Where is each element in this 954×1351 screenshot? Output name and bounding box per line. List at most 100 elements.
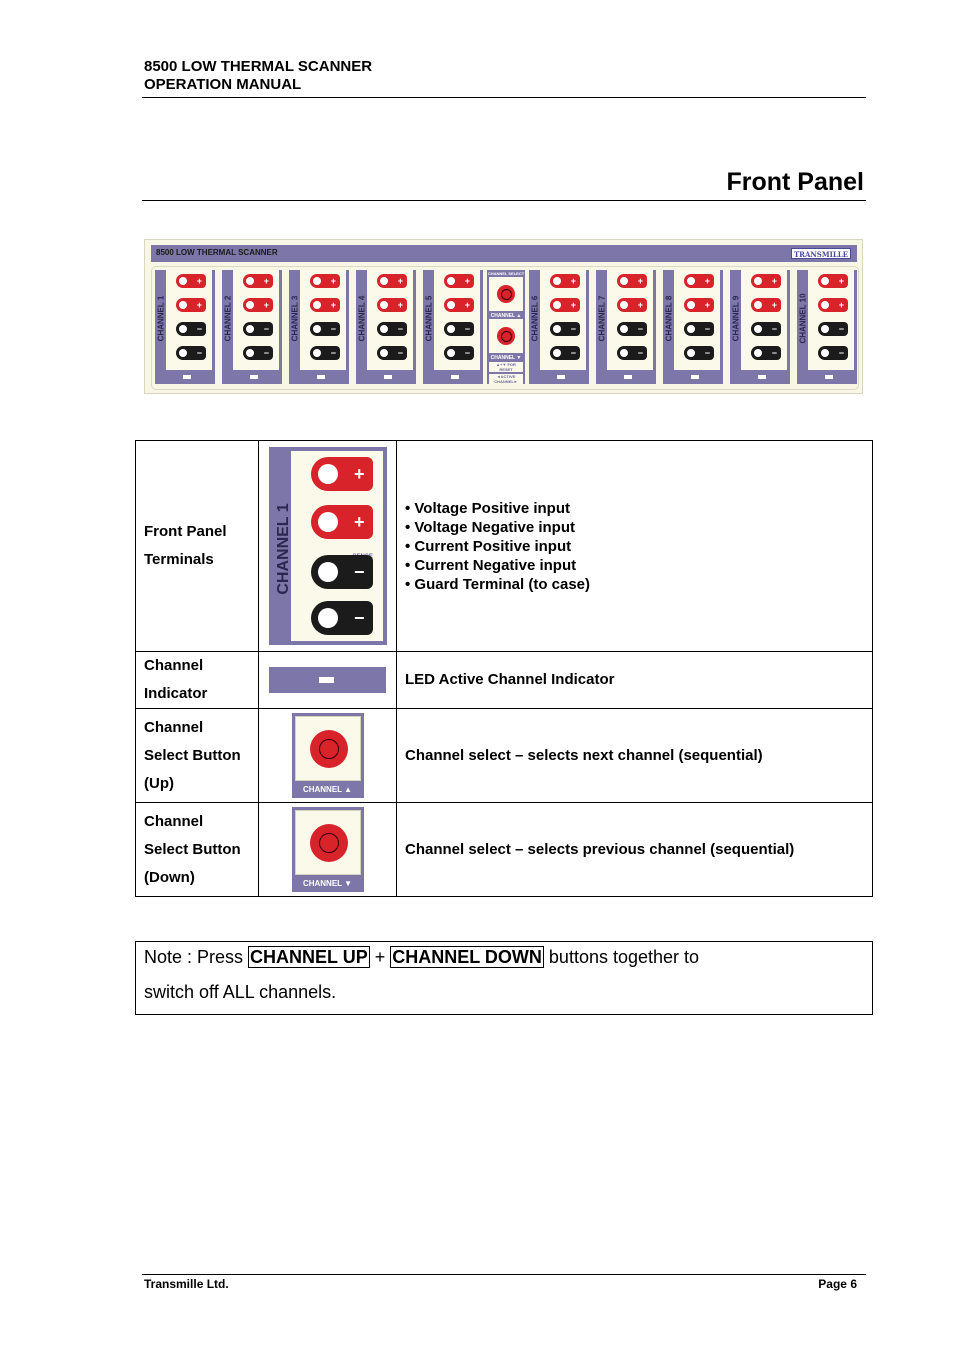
terminal-symbol: − xyxy=(570,348,576,358)
current-positive-terminal-icon[interactable]: + xyxy=(550,274,580,288)
reset-hint: ▲+▼ FOR RESET xyxy=(489,362,523,372)
terminal-symbol: − xyxy=(838,348,844,358)
channel-led-icon xyxy=(317,375,325,379)
voltage-positive-terminal-icon[interactable]: + xyxy=(243,298,273,312)
voltage-positive-terminal-icon[interactable]: + xyxy=(550,298,580,312)
current-negative-terminal-icon[interactable]: − xyxy=(310,346,340,360)
current-positive-terminal-icon[interactable]: + xyxy=(684,274,714,288)
current-positive-terminal-icon: + xyxy=(310,457,373,491)
voltage-negative-terminal-icon[interactable]: − xyxy=(751,322,781,336)
panel-name: 8500 LOW THERMAL SCANNER xyxy=(156,248,278,257)
voltage-negative-terminal-icon: − xyxy=(310,555,373,589)
voltage-negative-terminal-icon[interactable]: − xyxy=(310,322,340,336)
voltage-negative-terminal-icon[interactable]: − xyxy=(176,322,206,336)
bullet-item: • Current Negative input xyxy=(405,556,577,574)
voltage-positive-terminal-icon[interactable]: + xyxy=(617,298,647,312)
red-button-icon xyxy=(309,730,348,768)
channel-up-callout: CHANNEL UP xyxy=(248,946,370,968)
terminal-symbol: + xyxy=(838,300,844,310)
current-negative-terminal-icon[interactable]: − xyxy=(751,346,781,360)
channel-led-icon xyxy=(384,375,392,379)
note-plus: + xyxy=(369,947,391,967)
channel-label: CHANNEL 9 xyxy=(731,295,741,342)
terminal-symbol: − xyxy=(330,348,336,358)
current-positive-terminal-icon[interactable]: + xyxy=(243,274,273,288)
current-positive-terminal-icon[interactable]: + xyxy=(310,274,340,288)
current-negative-terminal-icon[interactable]: − xyxy=(818,346,848,360)
terminal-symbol: − xyxy=(464,348,470,358)
channel-label: CHANNEL 7 xyxy=(597,295,607,342)
title-divider xyxy=(142,200,866,201)
current-negative-terminal-icon[interactable]: − xyxy=(176,346,206,360)
channel-led-icon xyxy=(691,375,699,379)
channel-up-button[interactable] xyxy=(489,277,523,311)
current-negative-terminal-icon: − xyxy=(310,601,373,635)
channel-strip: CHANNEL 10 + + − − xyxy=(797,270,857,384)
bullet-item: • Voltage Negative input xyxy=(405,518,575,536)
terminal-symbol: + xyxy=(397,300,403,310)
terminal-symbol: + xyxy=(771,276,777,286)
terminal-symbol: − xyxy=(397,348,403,358)
panel-title-bar: 8500 LOW THERMAL SCANNER TRANSMILLE xyxy=(151,245,857,262)
footer-company: Transmille Ltd. xyxy=(144,1277,229,1291)
terminals-description: • Voltage Positive input • Voltage Negat… xyxy=(396,440,873,652)
channel-1-terminals-image: CHANNEL 1 + + SENSE − − xyxy=(268,447,387,645)
voltage-negative-terminal-icon[interactable]: − xyxy=(684,322,714,336)
row-label: Channel Select Button (Up) xyxy=(135,708,259,803)
red-button-icon xyxy=(497,285,515,303)
current-negative-terminal-icon[interactable]: − xyxy=(684,346,714,360)
terminal-symbol: + xyxy=(570,300,576,310)
red-button-icon xyxy=(497,327,515,345)
channel-select-title: CHANNEL SELECT xyxy=(487,271,525,276)
terminal-symbol: − xyxy=(704,348,710,358)
voltage-positive-terminal-icon[interactable]: + xyxy=(751,298,781,312)
voltage-positive-terminal-icon[interactable]: + xyxy=(310,298,340,312)
bullet-item: • Guard Terminal (to case) xyxy=(405,575,591,593)
voltage-negative-terminal-icon[interactable]: − xyxy=(550,322,580,336)
current-positive-terminal-icon[interactable]: + xyxy=(818,274,848,288)
terminal-symbol: − xyxy=(637,324,643,334)
voltage-negative-terminal-icon[interactable]: − xyxy=(818,322,848,336)
channel-down-label: CHANNEL ▼ xyxy=(490,355,522,361)
voltage-negative-terminal-icon[interactable]: − xyxy=(444,322,474,336)
terminal-symbol: + xyxy=(330,300,336,310)
voltage-negative-terminal-icon[interactable]: − xyxy=(377,322,407,336)
current-negative-terminal-icon[interactable]: − xyxy=(444,346,474,360)
current-positive-terminal-icon[interactable]: + xyxy=(176,274,206,288)
front-panel-table: Front Panel Terminals CHANNEL 1 + + SENS… xyxy=(135,440,873,897)
channel-strip: CHANNEL 1 + + − − xyxy=(155,270,215,384)
voltage-negative-terminal-icon[interactable]: − xyxy=(243,322,273,336)
terminal-symbol: − xyxy=(263,348,269,358)
channel-down-callout: CHANNEL DOWN xyxy=(390,946,544,968)
channel-led-icon xyxy=(451,375,459,379)
current-negative-terminal-icon[interactable]: − xyxy=(550,346,580,360)
channel-select-module: CHANNEL SELECT CHANNEL ▲ CHANNEL ▼ ▲+▼ F… xyxy=(487,270,525,384)
note-box: Note : Press CHANNEL UP + CHANNEL DOWN b… xyxy=(135,941,873,1015)
current-positive-terminal-icon[interactable]: + xyxy=(751,274,781,288)
voltage-positive-terminal-icon[interactable]: + xyxy=(176,298,206,312)
current-positive-terminal-icon[interactable]: + xyxy=(444,274,474,288)
row-label: Front Panel Terminals xyxy=(135,440,259,652)
table-row: Channel Select Button (Up) CHANNEL ▲ Cha… xyxy=(135,708,873,803)
voltage-positive-terminal-icon[interactable]: + xyxy=(377,298,407,312)
voltage-positive-terminal-icon[interactable]: + xyxy=(684,298,714,312)
terminal-symbol: − xyxy=(637,348,643,358)
current-negative-terminal-icon[interactable]: − xyxy=(377,346,407,360)
channel-label: CHANNEL 1 xyxy=(156,295,166,342)
current-positive-terminal-icon[interactable]: + xyxy=(377,274,407,288)
bullet-item: • Voltage Positive input xyxy=(405,499,570,517)
red-button-icon xyxy=(309,824,348,862)
current-positive-terminal-icon[interactable]: + xyxy=(617,274,647,288)
channel-down-button[interactable] xyxy=(489,319,523,353)
terminal-symbol: + xyxy=(771,300,777,310)
document-header: 8500 LOW THERMAL SCANNER OPERATION MANUA… xyxy=(144,58,372,94)
channel-label: CHANNEL 3 xyxy=(290,295,300,342)
current-negative-terminal-icon[interactable]: − xyxy=(243,346,273,360)
voltage-positive-terminal-icon[interactable]: + xyxy=(444,298,474,312)
terminal-symbol: − xyxy=(196,324,202,334)
voltage-negative-terminal-icon[interactable]: − xyxy=(617,322,647,336)
terminal-symbol: + xyxy=(263,300,269,310)
current-negative-terminal-icon[interactable]: − xyxy=(617,346,647,360)
voltage-positive-terminal-icon[interactable]: + xyxy=(818,298,848,312)
channel-strip: CHANNEL 6 + + − − xyxy=(529,270,589,384)
